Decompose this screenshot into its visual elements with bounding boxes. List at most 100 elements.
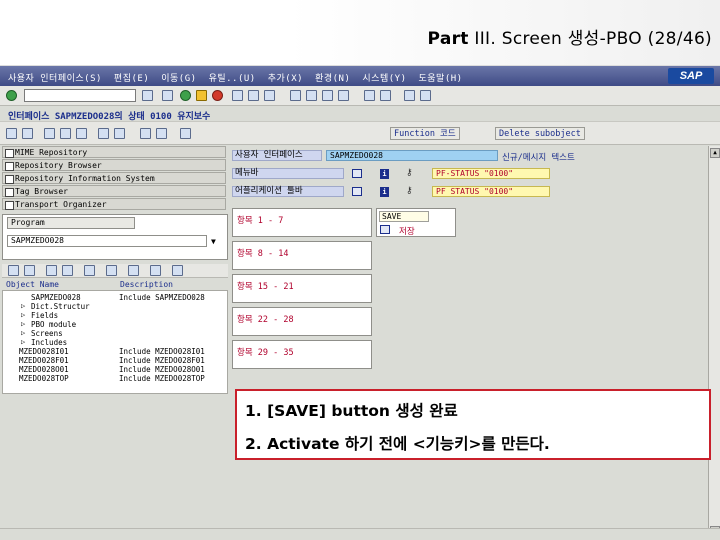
save-icon[interactable] xyxy=(162,90,173,101)
column-header-object-name[interactable]: Object Name xyxy=(6,280,59,289)
print-icon[interactable] xyxy=(232,90,243,101)
screen-title-bar: 인터페이스 SAPMZEDO028의 상태 0100 유지보수 xyxy=(0,106,720,122)
status-bar xyxy=(0,528,720,540)
menu-bar-status-field[interactable]: PF-STATUS "0100" xyxy=(432,168,550,179)
collapse-icon[interactable] xyxy=(24,265,35,276)
application-toolbar-expand-icon[interactable] xyxy=(352,187,362,196)
delete-subobject-button[interactable]: Delete subobject xyxy=(495,127,585,140)
check-icon[interactable] xyxy=(60,128,71,139)
tree-row[interactable]: Fields xyxy=(21,311,58,320)
nav-item-mime-repository[interactable]: MIME Repository xyxy=(2,146,226,158)
menu-bar: 사용자 인터페이스(S) 편집(E) 이동(G) 유틸..(U) 추가(X) 환… xyxy=(0,66,720,86)
nav-item-transport-organizer[interactable]: Transport Organizer xyxy=(2,198,226,210)
item-group-1-7: 항목 1 - 7 xyxy=(232,208,372,237)
tree-row[interactable]: PBO module xyxy=(21,320,76,329)
new-message-text-label: 신규/메시지 텍스트 xyxy=(502,153,575,163)
instruction-callout: 1. [SAVE] button 생성 완료 2. Activate 하기 전에… xyxy=(235,389,711,460)
menu-item-user-interface[interactable]: 사용자 인터페이스(S) xyxy=(8,71,102,84)
tree-row[interactable]: MZEDO028I01 Include MZEDO028I01 xyxy=(19,347,205,356)
key-icon[interactable]: ⚷ xyxy=(406,186,413,196)
item-group-label: 항목 15 - 21 xyxy=(237,282,294,292)
last-page-icon[interactable] xyxy=(338,90,349,101)
menu-item-system[interactable]: 시스템(Y) xyxy=(362,71,406,84)
where-used-icon[interactable] xyxy=(98,128,109,139)
program-name-field[interactable]: SAPMZEDO028 xyxy=(7,235,207,247)
function-code-button[interactable]: Function 코드 xyxy=(390,127,460,140)
print-tree-icon[interactable] xyxy=(128,265,139,276)
tree-row[interactable]: Includes xyxy=(21,338,67,347)
previous-page-icon[interactable] xyxy=(306,90,317,101)
item-group-label: 항목 29 - 35 xyxy=(237,348,294,358)
layout-icon[interactable] xyxy=(420,90,431,101)
back-arrow-icon[interactable] xyxy=(6,128,17,139)
forward-arrow-icon[interactable] xyxy=(22,128,33,139)
find-icon[interactable] xyxy=(248,90,259,101)
vertical-scrollbar[interactable]: ▲ ▼ xyxy=(708,146,720,540)
enter-icon[interactable] xyxy=(6,90,17,101)
display-object-list-icon[interactable] xyxy=(140,128,151,139)
tree-row[interactable]: MZEDO028O01 Include MZEDO028O01 xyxy=(19,365,205,374)
tree-column-header: Object Name Description xyxy=(2,279,228,290)
menu-item-help[interactable]: 도움말(H) xyxy=(419,71,463,84)
key-icon[interactable]: ⚷ xyxy=(406,168,413,178)
first-page-icon[interactable] xyxy=(290,90,301,101)
item-slot[interactable]: SAVE 저장 xyxy=(376,208,456,237)
object-type-select[interactable]: Program xyxy=(7,217,135,229)
exit-icon[interactable] xyxy=(196,90,207,101)
menu-bar-label[interactable]: 메뉴바 xyxy=(232,168,344,179)
menu-item-environment[interactable]: 환경(N) xyxy=(315,71,350,84)
new-session-icon[interactable] xyxy=(364,90,375,101)
tree-row[interactable]: Dict.Structur xyxy=(21,302,90,311)
menu-item-goto[interactable]: 이동(G) xyxy=(161,71,196,84)
nav-item-repository-browser[interactable]: Repository Browser xyxy=(2,159,226,171)
sort-icon[interactable] xyxy=(46,265,57,276)
menu-item-utilities[interactable]: 유틸..(U) xyxy=(209,71,256,84)
nav-item-tag-browser[interactable]: Tag Browser xyxy=(2,185,226,197)
save-button-icon[interactable] xyxy=(380,225,390,234)
shortcut-icon[interactable] xyxy=(380,90,391,101)
save-function-field[interactable]: SAVE xyxy=(379,211,429,222)
info-icon[interactable]: i xyxy=(380,169,389,179)
cancel-icon[interactable] xyxy=(212,90,223,101)
callout-line-1: 1. [SAVE] button 생성 완료 xyxy=(245,402,458,420)
hierarchy-icon[interactable] xyxy=(114,128,125,139)
menu-item-edit[interactable]: 편집(E) xyxy=(114,71,149,84)
test-icon[interactable] xyxy=(180,128,191,139)
back-icon[interactable] xyxy=(180,90,191,101)
command-field[interactable] xyxy=(24,89,136,102)
activate-icon[interactable] xyxy=(76,128,87,139)
sap-window: 사용자 인터페이스(S) 편집(E) 이동(G) 유틸..(U) 추가(X) 환… xyxy=(0,66,720,540)
help-icon[interactable] xyxy=(404,90,415,101)
user-interface-field[interactable]: SAPMZEDO028 xyxy=(326,150,498,161)
next-page-icon[interactable] xyxy=(322,90,333,101)
bookmark-icon[interactable] xyxy=(106,265,117,276)
dropdown-arrow-icon[interactable]: ▼ xyxy=(211,237,216,246)
where-used-tree-icon[interactable] xyxy=(150,265,161,276)
tree-row[interactable]: Screens xyxy=(21,329,62,338)
find-next-icon[interactable] xyxy=(264,90,275,101)
slide-header: Part III. Screen 생성-PBO (28/46) xyxy=(0,0,720,66)
tree-row[interactable]: SAPMZEDO028 Include SAPMZEDO028 xyxy=(31,293,205,302)
item-group-label: 항목 1 - 7 xyxy=(237,216,284,226)
info-icon[interactable]: i xyxy=(380,187,389,197)
expand-icon[interactable] xyxy=(8,265,19,276)
filter-icon[interactable] xyxy=(62,265,73,276)
item-group-22-28: 항목 22 - 28 xyxy=(232,307,372,336)
application-toolbar-label[interactable]: 어플리케이션 툴바 xyxy=(232,186,344,197)
item-group-29-35: 항목 29 - 35 xyxy=(232,340,372,369)
menu-item-extras[interactable]: 추가(X) xyxy=(268,71,303,84)
navigation-window-icon[interactable] xyxy=(156,128,167,139)
slide-title: Part III. Screen 생성-PBO (28/46) xyxy=(427,29,712,49)
nav-item-repository-information-system[interactable]: Repository Information System xyxy=(2,172,226,184)
column-header-description[interactable]: Description xyxy=(120,280,173,289)
menu-bar-expand-icon[interactable] xyxy=(352,169,362,178)
tree-row[interactable]: MZEDO028F01 Include MZEDO028F01 xyxy=(19,356,205,365)
close-tree-icon[interactable] xyxy=(172,265,183,276)
tree-row[interactable]: MZEDO028TOP Include MZEDO028TOP xyxy=(19,374,205,383)
display-change-icon[interactable] xyxy=(44,128,55,139)
scroll-up-icon[interactable]: ▲ xyxy=(710,148,720,158)
application-toolbar-status-field[interactable]: PF STATUS "0100" xyxy=(432,186,550,197)
object-navigator-panel: MIME Repository Repository Browser Repos… xyxy=(0,146,228,540)
dropdown-icon[interactable] xyxy=(142,90,153,101)
refresh-icon[interactable] xyxy=(84,265,95,276)
